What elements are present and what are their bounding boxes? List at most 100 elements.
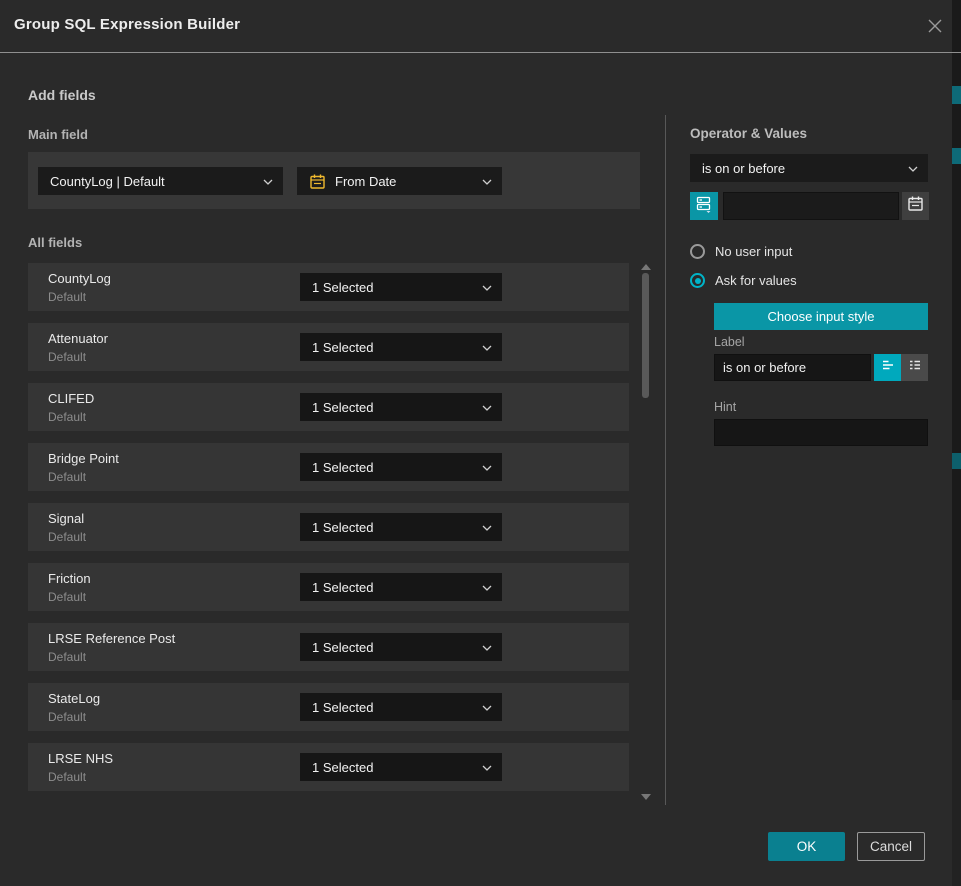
value-input[interactable] <box>723 192 899 220</box>
field-selected-value: 1 Selected <box>312 580 476 595</box>
align-left-icon <box>880 357 896 378</box>
field-row: Bridge Point Default 1 Selected <box>28 443 629 491</box>
field-selected-dropdown[interactable]: 1 Selected <box>300 693 502 721</box>
cancel-button[interactable]: Cancel <box>857 832 925 861</box>
single-line-style-button[interactable] <box>874 354 901 381</box>
chevron-down-icon <box>482 518 492 536</box>
field-type: Default <box>48 470 86 484</box>
hint-input[interactable] <box>714 419 928 446</box>
background-teal-fragment <box>952 148 961 164</box>
field-name: Signal <box>48 511 84 526</box>
field-type: Default <box>48 590 86 604</box>
label-input[interactable] <box>714 354 871 381</box>
date-picker-button[interactable] <box>902 192 929 220</box>
field-name: Bridge Point <box>48 451 119 466</box>
field-row: Signal Default 1 Selected <box>28 503 629 551</box>
radio-no-user-input[interactable]: No user input <box>690 244 792 259</box>
radio-ask-for-values[interactable]: Ask for values <box>690 273 797 288</box>
radio-icon <box>690 244 705 259</box>
calendar-icon <box>907 195 924 217</box>
chevron-down-icon <box>263 172 273 190</box>
unique-values-button[interactable] <box>690 192 718 220</box>
field-name: LRSE Reference Post <box>48 631 175 646</box>
field-selected-value: 1 Selected <box>312 400 476 415</box>
field-name: Attenuator <box>48 331 108 346</box>
chevron-down-icon <box>482 172 492 190</box>
operator-values-heading: Operator & Values <box>690 126 807 141</box>
group-sql-expression-builder-dialog: Group SQL Expression Builder Add fields … <box>0 0 961 886</box>
background-teal-fragment <box>952 86 961 104</box>
scrollbar-thumb[interactable] <box>642 273 649 398</box>
bulleted-list-icon <box>907 357 923 378</box>
chevron-down-icon <box>482 338 492 356</box>
field-selected-value: 1 Selected <box>312 700 476 715</box>
field-selected-value: 1 Selected <box>312 280 476 295</box>
field-type: Default <box>48 650 86 664</box>
field-selected-value: 1 Selected <box>312 640 476 655</box>
background-teal-fragment <box>952 453 961 469</box>
field-selected-dropdown[interactable]: 1 Selected <box>300 633 502 661</box>
field-name: LRSE NHS <box>48 751 113 766</box>
main-layer-dropdown-value: CountyLog | Default <box>50 174 257 189</box>
radio-icon <box>690 273 705 288</box>
main-field-heading: Main field <box>28 127 88 142</box>
field-selected-value: 1 Selected <box>312 520 476 535</box>
field-selected-dropdown[interactable]: 1 Selected <box>300 393 502 421</box>
field-row: StateLog Default 1 Selected <box>28 683 629 731</box>
chevron-down-icon <box>482 698 492 716</box>
all-fields-heading: All fields <box>28 235 82 250</box>
main-field-dropdown-value: From Date <box>335 174 476 189</box>
main-field-dropdown[interactable]: From Date <box>297 167 502 195</box>
field-type: Default <box>48 530 86 544</box>
field-selected-dropdown[interactable]: 1 Selected <box>300 573 502 601</box>
operator-dropdown[interactable]: is on or before <box>690 154 928 182</box>
scrollbar-down-arrow[interactable] <box>641 794 651 800</box>
pane-divider <box>665 115 666 805</box>
background-fragment <box>952 700 961 886</box>
chevron-down-icon <box>482 458 492 476</box>
choose-input-style-button[interactable]: Choose input style <box>714 303 928 330</box>
field-row: Attenuator Default 1 Selected <box>28 323 629 371</box>
chevron-down-icon <box>482 278 492 296</box>
field-row: Friction Default 1 Selected <box>28 563 629 611</box>
field-selected-dropdown[interactable]: 1 Selected <box>300 513 502 541</box>
field-type: Default <box>48 290 86 304</box>
list-style-button[interactable] <box>901 354 928 381</box>
field-name: CountyLog <box>48 271 111 286</box>
field-row: LRSE Reference Post Default 1 Selected <box>28 623 629 671</box>
hint-field-label: Hint <box>714 400 736 414</box>
calendar-icon <box>309 173 326 190</box>
background-divider-fragment <box>952 52 961 53</box>
field-selected-value: 1 Selected <box>312 340 476 355</box>
label-field-label: Label <box>714 335 745 349</box>
field-selected-value: 1 Selected <box>312 460 476 475</box>
radio-label: Ask for values <box>715 273 797 288</box>
main-field-panel: CountyLog | Default From Date <box>28 152 640 209</box>
dialog-title: Group SQL Expression Builder <box>14 16 240 33</box>
chevron-down-icon <box>482 398 492 416</box>
chevron-down-icon <box>482 638 492 656</box>
field-selected-dropdown[interactable]: 1 Selected <box>300 753 502 781</box>
field-name: StateLog <box>48 691 100 706</box>
field-type: Default <box>48 350 86 364</box>
scrollbar-up-arrow[interactable] <box>641 264 651 270</box>
field-selected-dropdown[interactable]: 1 Selected <box>300 333 502 361</box>
field-selected-dropdown[interactable]: 1 Selected <box>300 453 502 481</box>
field-type: Default <box>48 410 86 424</box>
dialog-titlebar: Group SQL Expression Builder <box>0 0 952 52</box>
ok-button[interactable]: OK <box>768 832 845 861</box>
close-icon[interactable] <box>923 14 947 38</box>
field-selected-dropdown[interactable]: 1 Selected <box>300 273 502 301</box>
chevron-down-icon <box>482 758 492 776</box>
chevron-down-icon <box>482 578 492 596</box>
operator-dropdown-value: is on or before <box>702 161 902 176</box>
radio-label: No user input <box>715 244 792 259</box>
field-row: CountyLog Default 1 Selected <box>28 263 629 311</box>
background-app-sliver <box>952 0 961 886</box>
main-layer-dropdown[interactable]: CountyLog | Default <box>38 167 283 195</box>
field-row: LRSE NHS Default 1 Selected <box>28 743 629 791</box>
field-type: Default <box>48 770 86 784</box>
field-type: Default <box>48 710 86 724</box>
field-name: CLIFED <box>48 391 94 406</box>
title-divider <box>0 52 952 53</box>
